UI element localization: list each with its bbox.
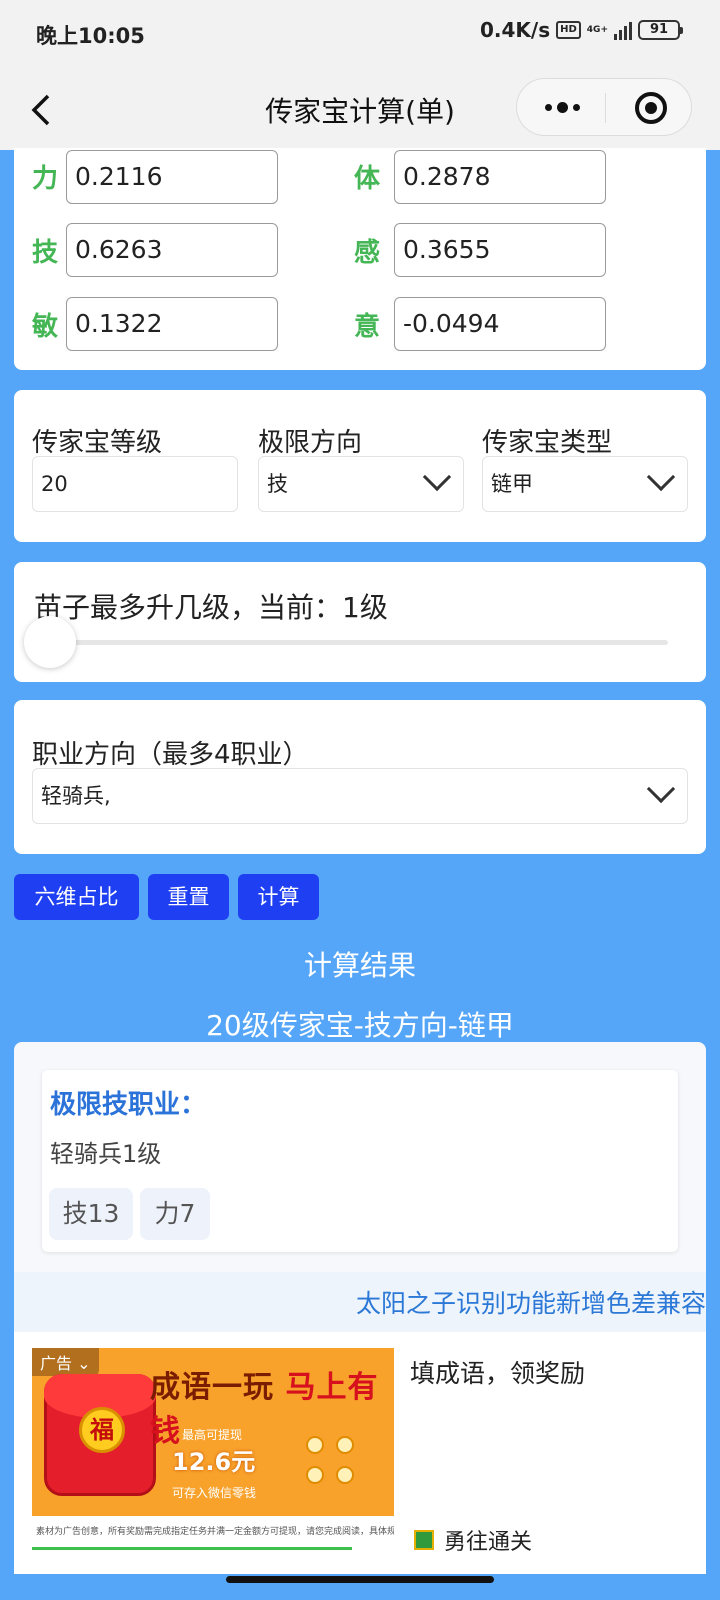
job-direction-select[interactable]: 轻骑兵, [32,768,688,824]
home-indicator[interactable] [226,1576,494,1583]
red-envelope-icon: 福 [44,1374,156,1496]
chevron-down-icon [646,462,676,492]
calculate-button[interactable]: 计算 [238,874,319,920]
level-label: 传家宝等级 [32,428,163,458]
nav-bar: 传家宝计算(单) [0,70,720,150]
upgrade-slider-label: 苗子最多升几级，当前：1级 [34,591,388,624]
settings-card: 传家宝等级 20 极限方向 技 传家宝类型 链甲 [14,390,706,542]
network-speed: 0.4K/s [479,18,551,42]
ad-title[interactable]: 填成语，领奖励 [410,1354,585,1390]
type-value: 链甲 [491,472,533,496]
capsule-divider [605,93,606,123]
hd-icon: HD [556,21,581,39]
type-label: 传家宝类型 [482,428,613,458]
result-card-line: 轻骑兵1级 [50,1140,162,1168]
attr-label-will: 意 [354,312,381,342]
attributes-card: 力 0.2116 体 0.2878 技 0.6263 感 0.3655 敏 0.… [14,148,706,370]
ad-tag[interactable]: 广告 ⌄ [32,1348,99,1376]
type-select[interactable]: 链甲 [482,456,688,512]
status-bar: 晚上10:05 0.4K/s HD 4G+ 91 [0,0,720,70]
result-title: 计算结果 [303,949,416,982]
attr-label-perception: 感 [354,238,381,268]
upgrade-slider-card: 苗子最多升几级，当前：1级 [14,562,706,682]
ad-bottom-line: 可存入微信零钱 [172,1486,257,1500]
attr-input-skill[interactable]: 0.6263 [66,223,278,277]
result-card-title: 极限技职业： [50,1090,207,1120]
slider-track[interactable] [50,640,668,645]
ad-image[interactable]: 广告 ⌄ 福 成语一玩 马上有钱 最高可提现 12.6元 可存入微信零钱 素材为… [32,1348,394,1556]
status-time: 晚上10:05 [36,24,145,48]
job-direction-label: 职业方向（最多4职业） [32,740,309,770]
attr-input-strength[interactable]: 0.2116 [66,150,278,204]
close-miniprogram-button[interactable] [635,92,667,124]
miniprogram-capsule [516,78,692,136]
attr-label-strength: 力 [32,164,59,194]
job-card: 职业方向（最多4职业） 轻骑兵, [14,700,706,854]
signal-icon [614,20,632,40]
limit-direction-select[interactable]: 技 [258,456,464,512]
level-input[interactable]: 20 [32,456,238,512]
coins-icon [302,1436,362,1492]
attr-label-vitality: 体 [354,164,381,194]
ad-cta[interactable]: 勇往通关 [414,1524,532,1556]
ad-top-line: 最高可提现 [182,1428,243,1442]
chevron-down-icon [422,462,452,492]
announcement-bar[interactable]: 太阳之子识别功能新增色差兼容 [14,1272,706,1332]
six-dim-ratio-button[interactable]: 六维占比 [14,874,139,920]
chevron-down-icon [646,774,676,804]
ad-headline-a: 成语一玩 [150,1370,274,1405]
attr-input-will[interactable]: -0.0494 [394,297,606,351]
attr-label-skill: 技 [32,238,59,268]
battery-icon: 91 [638,20,683,40]
job-direction-value: 轻骑兵, [41,784,111,808]
fu-icon: 福 [79,1407,125,1453]
result-chip: 技13 [49,1188,133,1240]
more-menu-button[interactable] [539,79,585,135]
attr-input-agility[interactable]: 0.1322 [66,297,278,351]
limit-direction-value: 技 [267,472,288,496]
limit-direction-label: 极限方向 [258,428,363,458]
game-logo-icon [414,1530,434,1550]
ad-footer-note: 素材为广告创意，所有奖励需完成指定任务并满一定金额方可提现，请您完成阅读，具体规… [32,1516,394,1556]
slider-thumb[interactable] [24,616,76,668]
announcement-text: 太阳之子识别功能新增色差兼容 [356,1289,706,1318]
result-subtitle: 20级传家宝-技方向-链甲 [206,1009,514,1042]
result-chip: 力7 [140,1188,210,1240]
ad-tag-label: 广告 [40,1354,73,1373]
attr-input-perception[interactable]: 0.3655 [394,223,606,277]
result-card: 极限技职业： 轻骑兵1级 [42,1070,678,1252]
attr-label-agility: 敏 [32,312,59,342]
attr-input-vitality[interactable]: 0.2878 [394,150,606,204]
ad-money: 12.6元 [172,1448,256,1476]
network-type-icon: 4G+ [586,24,608,35]
ad-cta-label: 勇往通关 [444,1530,533,1555]
status-indicators: 0.4K/s HD 4G+ 91 [479,18,683,42]
reset-button[interactable]: 重置 [148,874,229,920]
